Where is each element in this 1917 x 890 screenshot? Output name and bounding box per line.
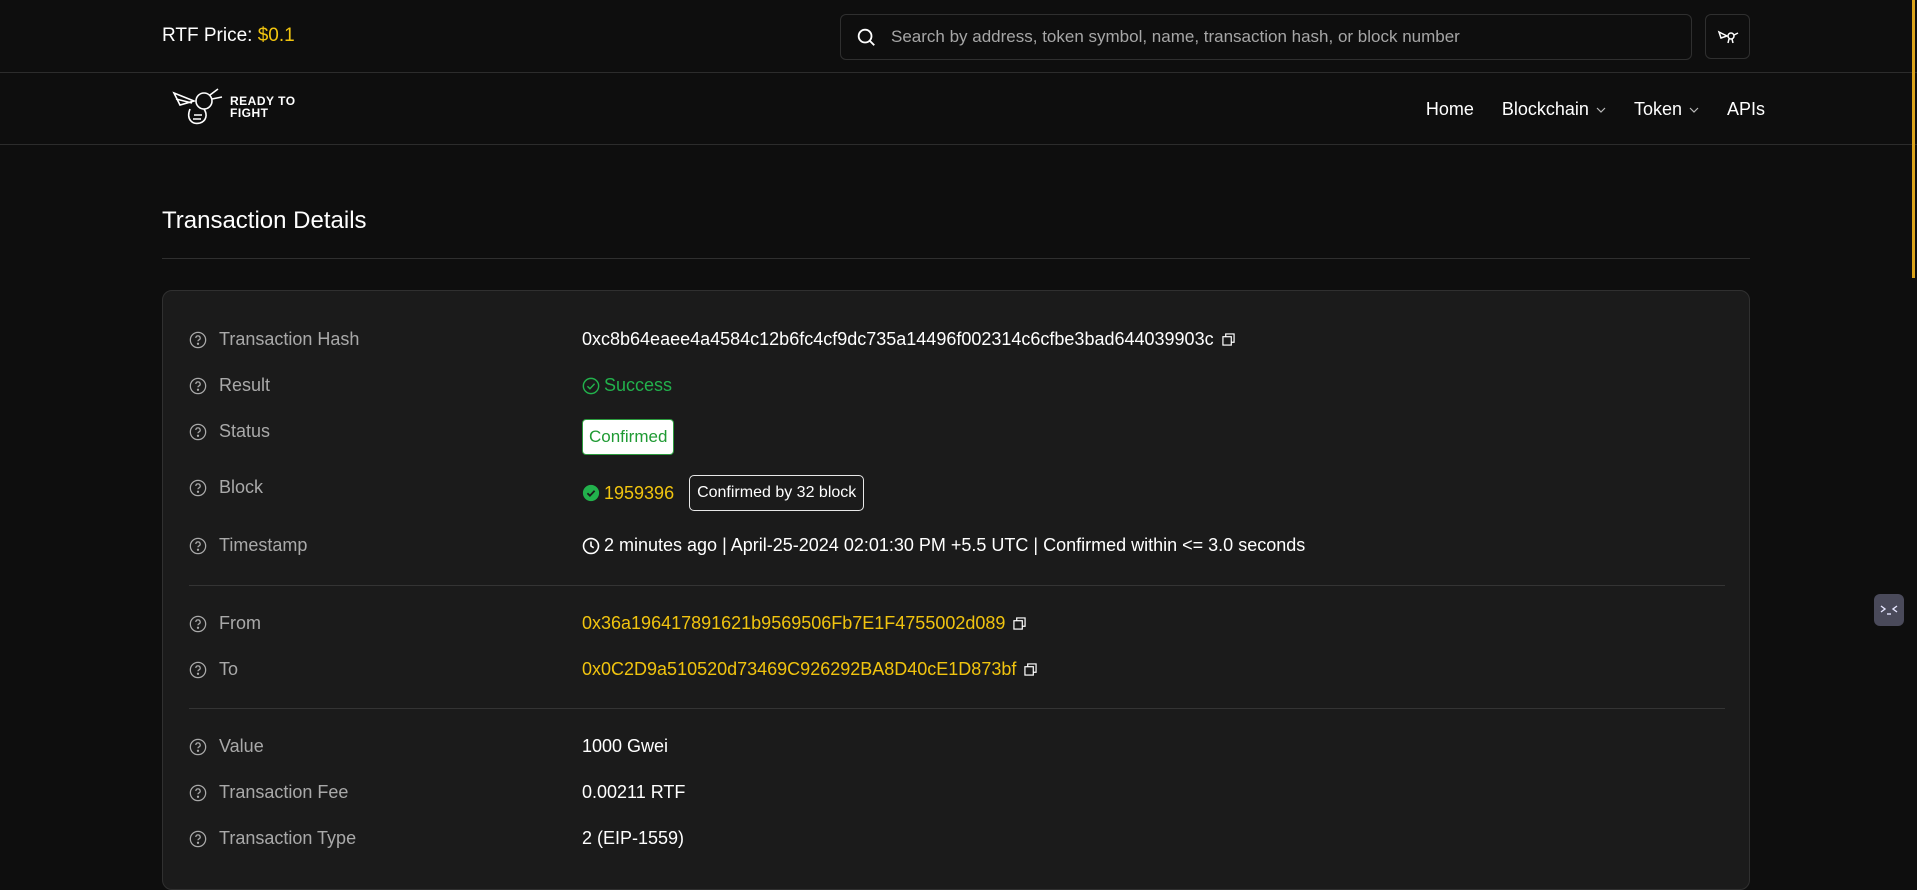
from-label: From	[219, 613, 261, 633]
timestamp-label: Timestamp	[219, 535, 308, 555]
row-status: Status	[189, 421, 270, 442]
row-result: Result	[189, 375, 270, 396]
status-badge: Confirmed	[582, 419, 675, 455]
block-confirmations-badge: Confirmed by 32 block	[689, 475, 865, 511]
price-label: RTF Price:	[162, 25, 253, 46]
row-transaction-type: Transaction Type	[189, 828, 356, 849]
to-address-link[interactable]: 0x0C2D9a510520d73469C926292BA8D40cE1D873…	[582, 659, 1016, 680]
mascot-button[interactable]	[1705, 14, 1750, 59]
block-value-wrap: 1959396 Confirmed by 32 block	[582, 475, 865, 511]
transaction-type-wrap: 2 (EIP-1559)	[582, 828, 684, 849]
main-nav-bar: READY TO FIGHT Home Blockchain Token API…	[0, 73, 1917, 145]
help-icon[interactable]	[189, 423, 207, 441]
title-divider	[162, 258, 1750, 259]
nav-token[interactable]: Token	[1634, 99, 1699, 120]
result-label: Result	[219, 375, 271, 395]
price-value: $0.1	[257, 25, 295, 46]
value-label: Value	[219, 736, 264, 756]
copy-icon[interactable]	[1013, 617, 1027, 630]
row-block: Block	[189, 477, 263, 498]
floating-assistant-button[interactable]	[1874, 594, 1904, 626]
block-number-link[interactable]: 1959396	[604, 483, 674, 504]
from-value-wrap: 0x36a196417891621b9569506Fb7E1F4755002d0…	[582, 613, 1027, 634]
help-icon[interactable]	[189, 661, 207, 679]
transaction-fee-label: Transaction Fee	[219, 782, 349, 802]
row-value: Value	[189, 736, 264, 757]
scroll-indicator[interactable]	[1912, 0, 1915, 278]
rtf-price: RTF Price: $0.1	[162, 25, 295, 47]
nav-home[interactable]: Home	[1426, 99, 1474, 120]
nav-menu: Home Blockchain Token APIs	[1398, 99, 1765, 120]
row-transaction-hash: Transaction Hash	[189, 329, 359, 350]
top-bar: RTF Price: $0.1	[0, 0, 1917, 73]
block-label: Block	[219, 477, 264, 497]
search-icon	[857, 28, 875, 46]
timestamp-value: 2 minutes ago | April-25-2024 02:01:30 P…	[604, 535, 1306, 555]
value-amount-wrap: 1000 Gwei	[582, 736, 668, 757]
row-timestamp: Timestamp	[189, 535, 307, 556]
timestamp-value-wrap: 2 minutes ago | April-25-2024 02:01:30 P…	[582, 535, 1305, 556]
check-circle-filled-icon	[582, 484, 600, 502]
nav-token-label: Token	[1633, 99, 1682, 119]
help-icon[interactable]	[189, 784, 207, 802]
transaction-fee-wrap: 0.00211 RTF	[582, 782, 685, 803]
status-value-wrap: Confirmed	[582, 419, 675, 455]
transaction-hash-value: 0xc8b64eaee4a4584c12b6fc4cf9dc735a14496f…	[582, 329, 1214, 349]
nav-apis[interactable]: APIs	[1727, 99, 1765, 120]
help-icon[interactable]	[189, 615, 207, 633]
help-icon[interactable]	[189, 331, 207, 349]
result-value: Success	[604, 375, 673, 395]
transaction-type-label: Transaction Type	[219, 828, 357, 848]
transaction-type-value: 2 (EIP-1559)	[582, 828, 685, 848]
nav-blockchain-label: Blockchain	[1501, 99, 1589, 119]
help-icon[interactable]	[189, 738, 207, 756]
brand-logo[interactable]: READY TO FIGHT	[170, 85, 296, 129]
clock-icon	[582, 537, 600, 554]
logo-text-line2: FIGHT	[230, 106, 269, 120]
transaction-hash-label: Transaction Hash	[219, 329, 360, 349]
copy-icon[interactable]	[1221, 333, 1235, 346]
nav-apis-label: APIs	[1726, 99, 1765, 119]
help-icon[interactable]	[189, 830, 207, 848]
transaction-fee-value: 0.00211 RTF	[582, 782, 686, 802]
help-icon[interactable]	[189, 377, 207, 395]
terminal-face-icon	[1880, 605, 1898, 615]
to-value-wrap: 0x0C2D9a510520d73469C926292BA8D40cE1D873…	[582, 659, 1038, 680]
help-icon[interactable]	[189, 537, 207, 555]
nav-home-label: Home	[1425, 99, 1474, 119]
help-icon[interactable]	[189, 479, 207, 497]
row-from: From	[189, 613, 261, 634]
to-label: To	[219, 659, 239, 679]
nav-blockchain[interactable]: Blockchain	[1502, 99, 1606, 120]
transaction-hash-value-wrap: 0xc8b64eaee4a4584c12b6fc4cf9dc735a14496f…	[582, 329, 1235, 350]
value-amount: 1000 Gwei	[582, 736, 669, 756]
row-transaction-fee: Transaction Fee	[189, 782, 348, 803]
page-title: Transaction Details	[162, 207, 367, 234]
section-divider	[189, 708, 1725, 709]
copy-icon[interactable]	[1024, 663, 1038, 676]
transaction-details-card: Transaction Hash 0xc8b64eaee4a4584c12b6f…	[162, 290, 1750, 890]
chevron-down-icon	[1689, 107, 1699, 113]
from-address-link[interactable]: 0x36a196417891621b9569506Fb7E1F4755002d0…	[582, 613, 1005, 634]
hornet-icon	[1717, 30, 1738, 43]
row-to: To	[189, 659, 238, 680]
check-circle-icon	[582, 377, 600, 394]
status-label: Status	[219, 421, 271, 441]
section-divider	[189, 585, 1725, 586]
ready-to-fight-hornet-logo	[172, 88, 223, 125]
result-value-wrap: Success	[582, 375, 672, 396]
chevron-down-icon	[1596, 107, 1606, 113]
search-input[interactable]	[889, 26, 1653, 48]
search-box[interactable]	[840, 14, 1692, 60]
